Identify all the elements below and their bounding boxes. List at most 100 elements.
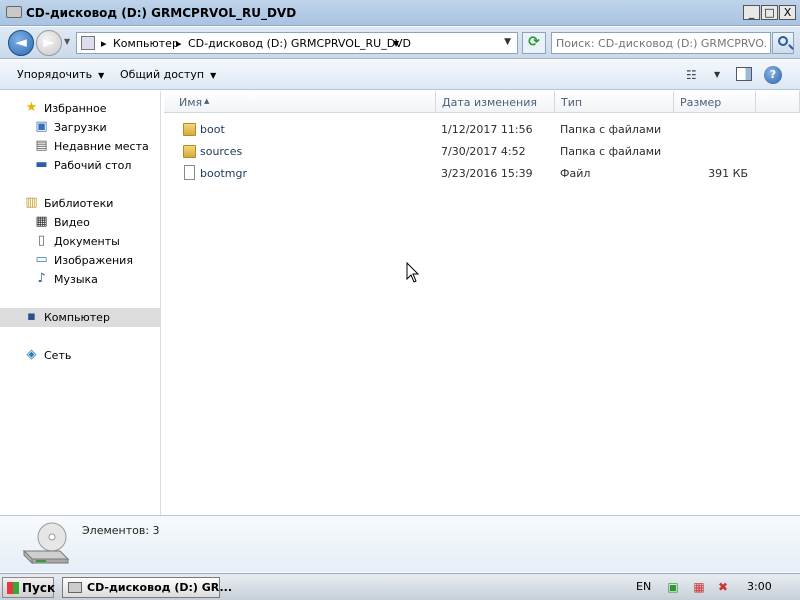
breadcrumb-computer[interactable]: Компьютер — [113, 37, 179, 50]
file-date: 3/23/2016 15:39 — [441, 167, 533, 180]
chevron-down-icon: ▼ — [98, 71, 105, 80]
start-button[interactable]: Пуск — [2, 577, 56, 598]
file-row[interactable]: bootmgr 3/23/2016 15:39 Файл 391 КБ — [164, 163, 794, 185]
column-label: Дата изменения — [442, 96, 537, 109]
libraries-icon: ▥ — [25, 195, 38, 210]
language-indicator[interactable]: EN — [636, 580, 651, 593]
file-size: 391 КБ — [708, 167, 748, 180]
nav-label: Загрузки — [54, 121, 107, 134]
column-header-name[interactable]: Имя ▲ — [164, 91, 436, 113]
search-input[interactable] — [556, 36, 766, 51]
column-label: Имя — [179, 96, 203, 109]
nav-item-documents[interactable]: ▯ Документы — [0, 232, 160, 251]
column-header-type[interactable]: Тип — [555, 91, 674, 113]
refresh-button[interactable]: ⟳ — [522, 32, 546, 54]
command-bar: Упорядочить ▼ Общий доступ ▼ ☷ ▼ ? — [0, 60, 800, 90]
computer-icon — [81, 36, 95, 50]
cd-drive-icon — [22, 522, 70, 565]
nav-item-downloads[interactable]: ▣ Загрузки — [0, 118, 160, 137]
desktop-icon: ▬ — [35, 157, 48, 172]
nav-label: Сеть — [44, 349, 72, 362]
search-button[interactable] — [772, 32, 794, 54]
column-header-empty — [756, 91, 800, 113]
minimize-button[interactable]: _ — [743, 5, 760, 20]
preview-pane-icon[interactable] — [736, 67, 752, 81]
window-title: CD-дисковод (D:) GRMCPRVOL_RU_DVD — [26, 6, 297, 20]
cd-drive-icon — [6, 6, 22, 18]
nav-item-computer[interactable]: ▪ Компьютер — [0, 308, 160, 327]
nav-item-desktop[interactable]: ▬ Рабочий стол — [0, 156, 160, 175]
column-header-date[interactable]: Дата изменения — [436, 91, 555, 113]
chevron-down-icon: ▼ — [210, 71, 217, 80]
file-type: Папка с файлами — [560, 123, 662, 136]
file-type: Папка с файлами — [560, 145, 662, 158]
breadcrumb-drive[interactable]: CD-дисковод (D:) GRMCPRVOL_RU_DVD — [188, 37, 411, 50]
back-button[interactable]: ◄ — [8, 30, 34, 56]
search-icon — [778, 36, 788, 46]
nav-label: Рабочий стол — [54, 159, 132, 172]
folder-icon — [183, 145, 196, 158]
address-field[interactable]: ▸ Компьютер ▸ CD-дисковод (D:) GRMCPRVOL… — [76, 32, 518, 54]
volume-muted-icon[interactable]: ✖ — [716, 580, 730, 594]
file-row[interactable]: sources 7/30/2017 4:52 Папка с файлами — [164, 141, 794, 163]
breadcrumb-separator-icon[interactable]: ▸ — [176, 37, 182, 50]
nav-label: Недавние места — [54, 140, 149, 153]
nav-item-favorites[interactable]: ★ Избранное — [0, 99, 160, 118]
column-label: Тип — [561, 96, 583, 109]
file-list: Имя ▲ Дата изменения Тип Размер boot 1/1… — [164, 91, 800, 515]
computer-icon: ▪ — [27, 309, 36, 324]
nav-item-network[interactable]: ◈ Сеть — [0, 346, 160, 365]
organize-label: Упорядочить — [17, 68, 93, 81]
nav-label: Компьютер — [44, 311, 110, 324]
nav-item-video[interactable]: ▦ Видео — [0, 213, 160, 232]
nav-item-libraries[interactable]: ▥ Библиотеки — [0, 194, 160, 213]
breadcrumb-separator-icon[interactable]: ▸ — [101, 37, 107, 50]
search-field[interactable] — [551, 32, 771, 54]
recent-places-icon: ▤ — [35, 138, 48, 153]
column-header-size[interactable]: Размер — [674, 91, 756, 113]
address-history-dropdown-icon[interactable]: ▼ — [504, 37, 511, 47]
recent-pages-dropdown-icon[interactable]: ▼ — [64, 37, 70, 46]
nav-item-recent-places[interactable]: ▤ Недавние места — [0, 137, 160, 156]
network-icon: ◈ — [26, 347, 37, 362]
folder-icon — [183, 123, 196, 136]
network-tray-icon[interactable]: ▣ — [666, 580, 680, 594]
cd-drive-icon — [68, 582, 82, 593]
file-date: 1/12/2017 11:56 — [441, 123, 533, 136]
nav-label: Избранное — [44, 102, 107, 115]
navigation-pane: ★ Избранное ▣ Загрузки ▤ Недавние места … — [0, 91, 161, 515]
view-options-dropdown-icon[interactable]: ▼ — [714, 70, 720, 79]
breadcrumb-dropdown-icon[interactable]: ▼ — [393, 39, 399, 48]
clock[interactable]: 3:00 — [747, 580, 772, 593]
forward-button[interactable]: ► — [36, 30, 62, 56]
pictures-icon: ▭ — [35, 252, 48, 267]
file-type: Файл — [560, 167, 591, 180]
nav-label: Видео — [54, 216, 90, 229]
share-label: Общий доступ — [120, 68, 205, 81]
help-icon[interactable]: ? — [764, 66, 782, 84]
organize-button[interactable]: Упорядочить ▼ — [17, 68, 104, 81]
nav-item-music[interactable]: ♪ Музыка — [0, 270, 160, 289]
details-pane: Элементов: 3 — [0, 515, 800, 572]
address-bar: ◄ ► ▼ ▸ Компьютер ▸ CD-дисковод (D:) GRM… — [0, 27, 800, 59]
nav-label: Библиотеки — [44, 197, 114, 210]
security-tray-icon[interactable]: ▦ — [692, 580, 706, 594]
windows-logo-icon — [7, 582, 19, 594]
nav-item-pictures[interactable]: ▭ Изображения — [0, 251, 160, 270]
taskbar: Пуск CD-дисковод (D:) GR... EN ▣ ▦ ✖ 3:0… — [0, 573, 800, 600]
file-row[interactable]: boot 1/12/2017 11:56 Папка с файлами — [164, 119, 794, 141]
file-date: 7/30/2017 4:52 — [441, 145, 526, 158]
maximize-button[interactable]: □ — [761, 5, 778, 20]
taskbar-window-button[interactable]: CD-дисковод (D:) GR... — [62, 577, 232, 598]
mouse-cursor-icon — [406, 262, 420, 283]
nav-label: Музыка — [54, 273, 98, 286]
close-button[interactable]: X — [779, 5, 796, 20]
share-button[interactable]: Общий доступ ▼ — [120, 68, 216, 81]
start-label: Пуск — [22, 581, 56, 595]
change-view-icon[interactable]: ☷ — [686, 68, 697, 82]
star-icon: ★ — [25, 100, 38, 115]
documents-icon: ▯ — [37, 233, 46, 248]
sort-ascending-icon: ▲ — [204, 97, 210, 105]
nav-label: Изображения — [54, 254, 133, 267]
taskbar-window-label: CD-дисковод (D:) GR... — [87, 581, 232, 594]
